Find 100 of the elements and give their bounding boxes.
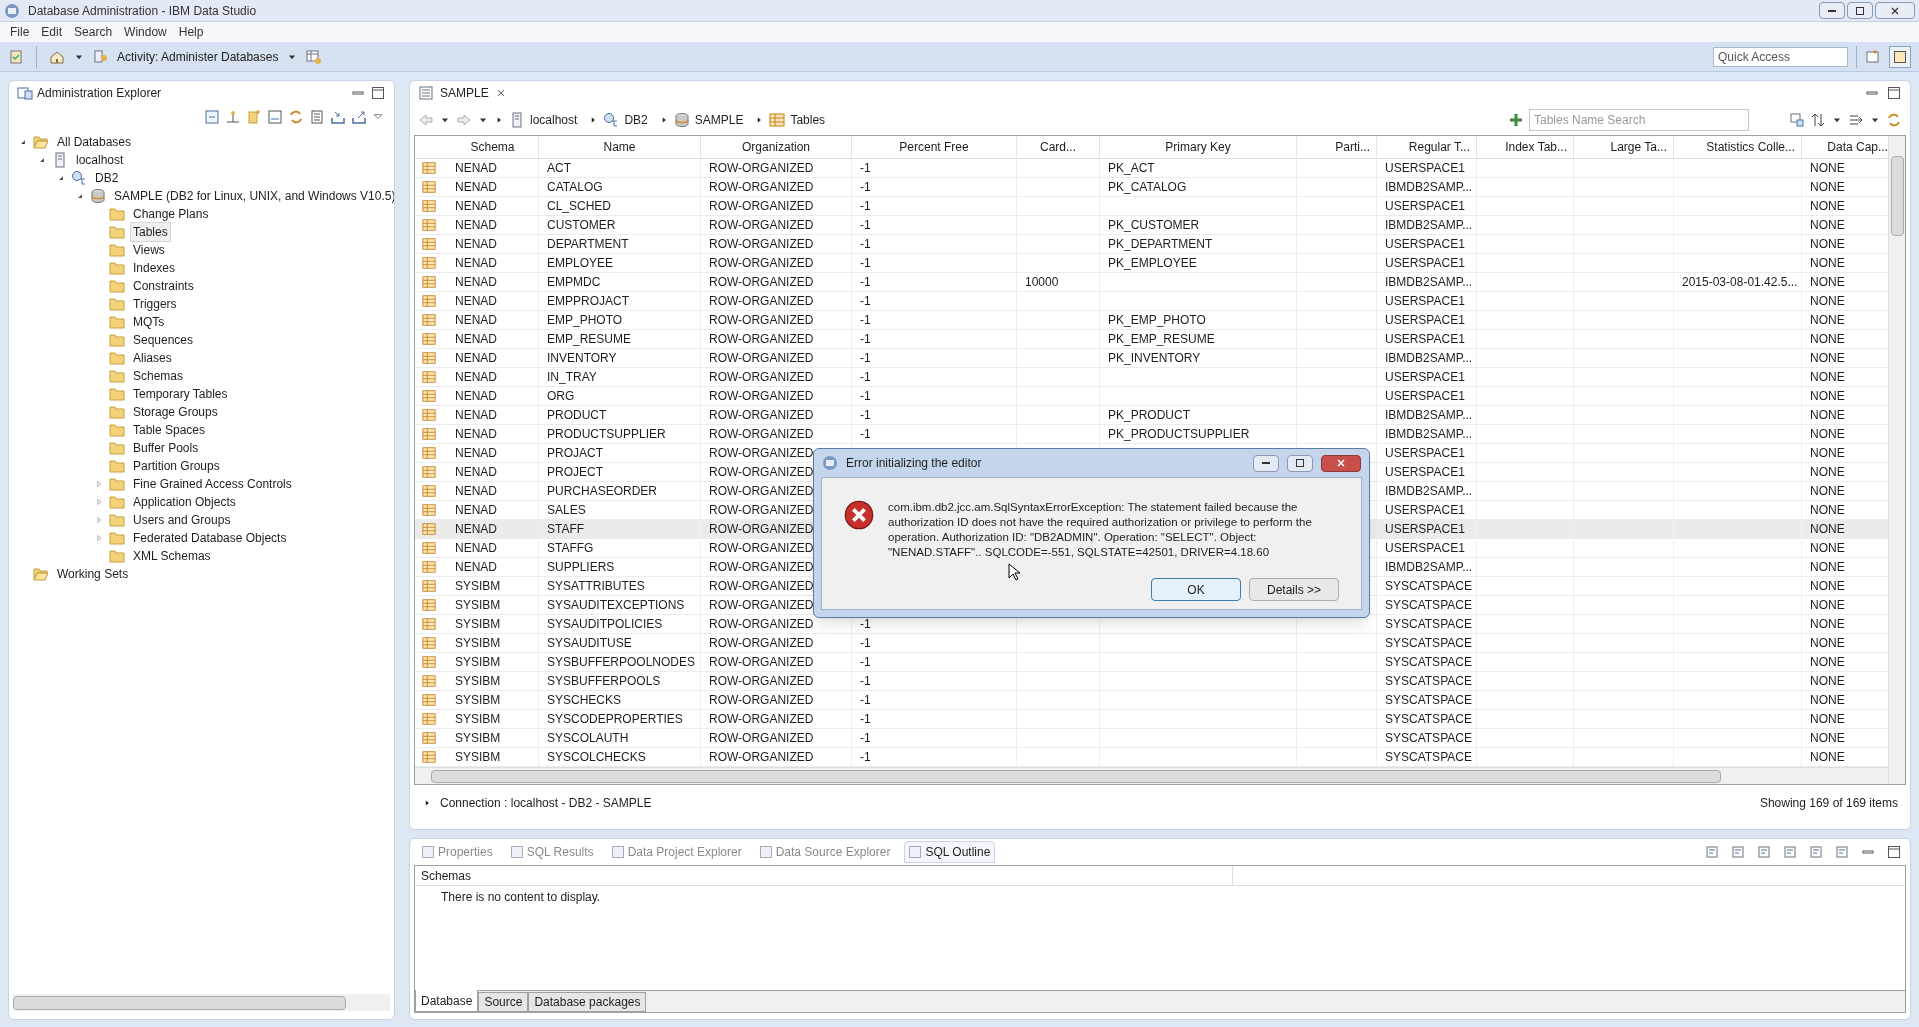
table-cell-text: NONE bbox=[1810, 388, 1845, 405]
table-cell-text: SYSCATSPACE bbox=[1385, 730, 1472, 747]
table-cell-text: NONE bbox=[1810, 654, 1845, 671]
table-cell-text: -1 bbox=[860, 160, 871, 177]
table-cell-text: USERSPACE1 bbox=[1385, 445, 1465, 462]
table-cell-text: SYSCATSPACE bbox=[1385, 711, 1472, 728]
table-cell-text: NONE bbox=[1810, 369, 1845, 386]
table-cell-text: IBMDB2SAMP... bbox=[1385, 217, 1473, 234]
table-cell-text: PK_CUSTOMER bbox=[1108, 217, 1200, 234]
table-cell-text: USERSPACE1 bbox=[1385, 521, 1465, 538]
table-cell-text: NENAD bbox=[455, 236, 497, 253]
table-cell-text: USERSPACE1 bbox=[1385, 293, 1465, 310]
table-cell-text: USERSPACE1 bbox=[1385, 198, 1465, 215]
table-cell-text: NONE bbox=[1810, 407, 1845, 424]
table-cell-text: SYSCATSPACE bbox=[1385, 749, 1472, 766]
table-cell-text: EMP_PHOTO bbox=[547, 312, 623, 329]
table-cell-text: SYSCATSPACE bbox=[1385, 616, 1472, 633]
table-cell-text: NONE bbox=[1810, 217, 1845, 234]
table-cell-text: -1 bbox=[860, 179, 871, 196]
table-cell-text: PROJECT bbox=[547, 464, 603, 481]
table-cell-text: ROW-ORGANIZED bbox=[709, 293, 814, 310]
table-cell-text: USERSPACE1 bbox=[1385, 540, 1465, 557]
table-cell-text: ROW-ORGANIZED bbox=[709, 616, 814, 633]
table-cell-text: ROW-ORGANIZED bbox=[709, 578, 814, 595]
table-cell-text: ROW-ORGANIZED bbox=[709, 160, 814, 177]
table-cell-text: NONE bbox=[1810, 445, 1845, 462]
table-cell-text: NENAD bbox=[455, 540, 497, 557]
table-cell-text: ROW-ORGANIZED bbox=[709, 198, 814, 215]
table-cell-text: EMPMDC bbox=[547, 274, 601, 291]
table-cell-text: PK_EMPLOYEE bbox=[1108, 255, 1197, 272]
table-cell-text: SYSIBM bbox=[455, 692, 501, 709]
table-cell-text: DEPARTMENT bbox=[547, 236, 629, 253]
table-cell-text: ROW-ORGANIZED bbox=[709, 730, 814, 747]
table-cell-text: NONE bbox=[1810, 179, 1845, 196]
table-cell-text: IBMDB2SAMP... bbox=[1385, 483, 1473, 500]
table-cell-text: IBMDB2SAMP... bbox=[1385, 426, 1473, 443]
table-cell-text: SYSAUDITPOLICIES bbox=[547, 616, 663, 633]
table-cell-text: NONE bbox=[1810, 331, 1845, 348]
table-cell-text: ROW-ORGANIZED bbox=[709, 369, 814, 386]
table-cell-text: NENAD bbox=[455, 331, 497, 348]
table-cell-text: -1 bbox=[860, 312, 871, 329]
table-cell-text: ROW-ORGANIZED bbox=[709, 217, 814, 234]
table-cell-text: SYSCATSPACE bbox=[1385, 635, 1472, 652]
table-cell-text: -1 bbox=[860, 711, 871, 728]
table-cell-text: USERSPACE1 bbox=[1385, 502, 1465, 519]
table-cell-text: SYSCATSPACE bbox=[1385, 673, 1472, 690]
table-cell-text: USERSPACE1 bbox=[1385, 255, 1465, 272]
table-cell-text: NONE bbox=[1810, 312, 1845, 329]
table-cell-text: PK_INVENTORY bbox=[1108, 350, 1201, 367]
table-cell-text: SYSIBM bbox=[455, 711, 501, 728]
table-cell-text: USERSPACE1 bbox=[1385, 369, 1465, 386]
table-cell-text: -1 bbox=[860, 654, 871, 671]
table-cell-text: USERSPACE1 bbox=[1385, 236, 1465, 253]
table-cell-text: SYSCATSPACE bbox=[1385, 692, 1472, 709]
table-cell-text: IBMDB2SAMP... bbox=[1385, 274, 1473, 291]
table-cell-text: NENAD bbox=[455, 293, 497, 310]
table-cell-text: NENAD bbox=[455, 179, 497, 196]
table-cell-text: NONE bbox=[1810, 464, 1845, 481]
table-cell-text: ROW-ORGANIZED bbox=[709, 559, 814, 576]
table-cell-text: NENAD bbox=[455, 464, 497, 481]
table-cell-text: NONE bbox=[1810, 749, 1845, 766]
table-cell-text: 2015-03-08-01.42.5... bbox=[1682, 274, 1798, 291]
table-cell-text: USERSPACE1 bbox=[1385, 388, 1465, 405]
table-cell-text: ROW-ORGANIZED bbox=[709, 540, 814, 557]
table-cell-text: NENAD bbox=[455, 521, 497, 538]
table-cell-text: ROW-ORGANIZED bbox=[709, 445, 814, 462]
table-cell-text: ROW-ORGANIZED bbox=[709, 597, 814, 614]
table-cell-text: NENAD bbox=[455, 559, 497, 576]
table-cell-text: -1 bbox=[860, 692, 871, 709]
table-cell-text: SYSIBM bbox=[455, 635, 501, 652]
table-cell-text: NONE bbox=[1810, 597, 1845, 614]
table-cell-text: IBMDB2SAMP... bbox=[1385, 350, 1473, 367]
table-cell-text: NONE bbox=[1810, 559, 1845, 576]
table-cell-text: -1 bbox=[860, 350, 871, 367]
table-cell-text: NENAD bbox=[455, 312, 497, 329]
table-cell-text: ROW-ORGANIZED bbox=[709, 692, 814, 709]
table-cell-text: ROW-ORGANIZED bbox=[709, 236, 814, 253]
table-cell-text: -1 bbox=[860, 293, 871, 310]
table-cell-text: ROW-ORGANIZED bbox=[709, 673, 814, 690]
table-cell-text: SYSAUDITUSE bbox=[547, 635, 632, 652]
table-cell-text: NENAD bbox=[455, 198, 497, 215]
table-cell-text: -1 bbox=[860, 673, 871, 690]
table-cell-text: NENAD bbox=[455, 502, 497, 519]
table-cell-text: NONE bbox=[1810, 236, 1845, 253]
table-cell-text: -1 bbox=[860, 730, 871, 747]
table-cell-text: ROW-ORGANIZED bbox=[709, 654, 814, 671]
table-cell-text: NONE bbox=[1810, 616, 1845, 633]
table-cell-text: SYSIBM bbox=[455, 616, 501, 633]
table-cell-text: ROW-ORGANIZED bbox=[709, 426, 814, 443]
table-cell-text: NENAD bbox=[455, 255, 497, 272]
table-cell-text: SYSATTRIBUTES bbox=[547, 578, 645, 595]
table-cell-text: ROW-ORGANIZED bbox=[709, 711, 814, 728]
table-cell-text: NENAD bbox=[455, 369, 497, 386]
table-cell-text: STAFF bbox=[547, 521, 585, 538]
table-cell-text: NONE bbox=[1810, 502, 1845, 519]
table-cell-text: NONE bbox=[1810, 160, 1845, 177]
table-cell-text: ROW-ORGANIZED bbox=[709, 312, 814, 329]
table-cell-text: PROJACT bbox=[547, 445, 603, 462]
table-cell-text: EMPPROJACT bbox=[547, 293, 629, 310]
table-cell-text: NONE bbox=[1810, 521, 1845, 538]
